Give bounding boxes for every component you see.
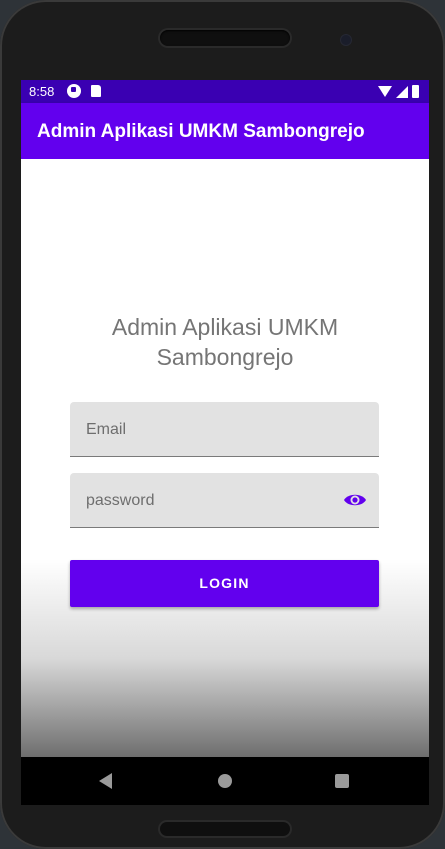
email-placeholder: Email [86, 421, 127, 438]
signal-icon [396, 85, 408, 98]
login-heading: Admin Aplikasi UMKM Sambongrejo [111, 314, 339, 370]
login-screen: Admin Aplikasi UMKM Sambongrejo Email pa… [21, 159, 429, 757]
sd-card-icon [91, 85, 101, 97]
battery-icon [412, 85, 419, 98]
app-bar-title: Admin Aplikasi UMKM Sambongrejo [37, 121, 365, 142]
status-indicators [378, 84, 419, 99]
status-time: 8:58 [29, 84, 55, 99]
email-field[interactable]: Email [70, 402, 379, 457]
navigation-bar [21, 757, 429, 805]
device-screen: 8:58 Admin Aplikasi UMKM Sambongrejo Adm… [21, 80, 429, 757]
phone-frame: 8:58 Admin Aplikasi UMKM Sambongrejo Adm… [0, 0, 445, 849]
password-placeholder: password [86, 492, 155, 509]
password-field[interactable]: password [70, 473, 379, 528]
back-triangle-icon[interactable] [99, 773, 112, 789]
login-button[interactable]: LOGIN [70, 560, 379, 607]
recents-square-icon[interactable] [335, 774, 349, 788]
notification-app-icon [67, 84, 81, 98]
home-circle-icon[interactable] [218, 774, 232, 788]
front-camera [341, 35, 351, 45]
top-speaker [160, 30, 290, 46]
wifi-icon [378, 86, 392, 97]
status-bar: 8:58 [21, 80, 429, 103]
eye-icon[interactable] [343, 490, 367, 510]
bottom-speaker [160, 822, 290, 836]
app-bar: Admin Aplikasi UMKM Sambongrejo [21, 103, 429, 159]
